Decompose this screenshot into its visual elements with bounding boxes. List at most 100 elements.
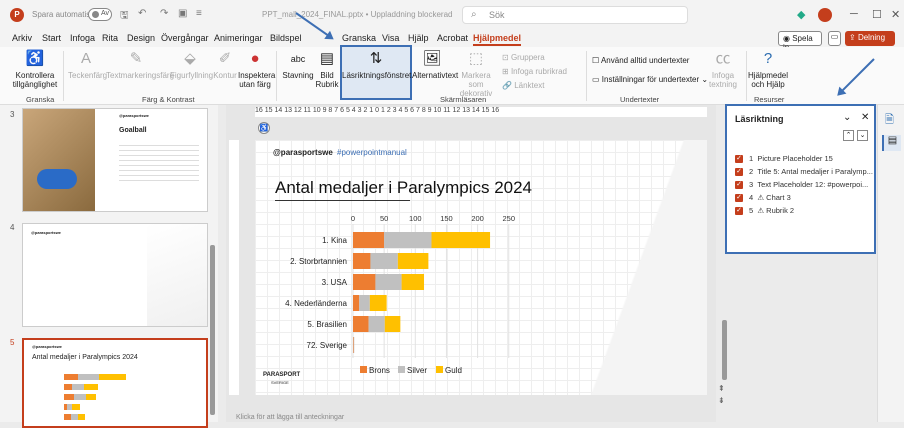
autosave-label: Spara automatiskt [32, 10, 97, 19]
tab-acrobat[interactable]: Acrobat [437, 33, 468, 43]
x-tick-label: 100 [409, 214, 422, 223]
customize-toolbar-icon[interactable]: ≡ [196, 8, 202, 19]
reading-order-item[interactable]: ✓ 4 ⚠ Chart 3 [735, 193, 791, 203]
mark-decorative-button[interactable]: ⬚ Markera som dekorativ [454, 49, 498, 98]
bar-segment-silver [359, 295, 370, 311]
font-color-button[interactable]: A Teckenfärg [68, 49, 107, 80]
pane-title: Läsriktning [735, 114, 784, 124]
check-accessibility-button[interactable]: ♿ Kontrollera tillgänglighet [12, 49, 58, 89]
slide-thumbnail-3[interactable]: @parasportswe Goalball [22, 108, 208, 212]
alt-text-button[interactable]: 🖼 Alternativtext [412, 49, 458, 80]
editor-scrollbar[interactable] [722, 320, 727, 380]
thumb-brand: @parasportswe [31, 230, 61, 235]
reading-order-label: Läsriktningsfönstret [342, 71, 412, 80]
tab-bildspel[interactable]: Bildspel [270, 33, 302, 43]
athlete-shape [37, 169, 77, 189]
thumbnails-scrollbar[interactable] [210, 245, 215, 415]
save-icon[interactable]: 🖫 [120, 8, 129, 25]
checkbox-checked-icon[interactable]: ✓ [735, 168, 743, 177]
move-down-icon[interactable]: ⌄ [857, 130, 868, 141]
pane-close-icon[interactable]: ✕ [861, 112, 869, 123]
text-highlight-label: Textmarkeringsfärg [106, 71, 175, 80]
tab-arkiv[interactable]: Arkiv [12, 33, 32, 43]
slideshow-icon[interactable]: ▣ [178, 8, 187, 19]
slide-thumbnail-4[interactable]: @parasportswe [22, 223, 208, 327]
tab-granska[interactable]: Granska [342, 33, 376, 43]
autosave-toggle[interactable]: Av [88, 8, 112, 21]
avatar[interactable] [818, 8, 832, 22]
x-tick-label: 250 [502, 214, 515, 223]
mark-decorative-label: Markera som dekorativ [459, 71, 493, 98]
notes-placeholder[interactable]: Klicka för att lägga till anteckningar [236, 414, 344, 421]
x-tick-label: 50 [380, 214, 388, 223]
x-tick-label: 0 [351, 214, 355, 223]
file-name[interactable]: PPT_mall_2024_FINAL.pptx • Uppladdning b… [262, 10, 452, 19]
ribbon-separator [586, 51, 587, 101]
redo-icon[interactable]: ↷ [160, 8, 168, 19]
x-tick-label: 150 [440, 214, 453, 223]
slide-title[interactable]: Antal medaljer i Paralympics 2024 [275, 178, 532, 198]
outline-button[interactable]: ✐ Kontur [212, 49, 238, 80]
close-icon[interactable]: ✕ [891, 8, 900, 21]
reading-order-item[interactable]: ✓ 1 Picture Placeholder 15 [735, 154, 833, 164]
tab-design[interactable]: Design [127, 33, 155, 43]
text-highlight-button[interactable]: ✎ Textmarkeringsfärg [106, 49, 174, 80]
checkbox-checked-icon[interactable]: ✓ [735, 194, 743, 203]
undo-icon[interactable]: ↶ [138, 8, 146, 19]
reading-order-item[interactable]: ✓ 3 Text Placeholder 12: #powerpoi... [735, 180, 868, 190]
checkbox-checked-icon[interactable]: ✓ [735, 207, 743, 216]
inspect-no-color-button[interactable]: ● Inspektera utan färg [238, 49, 275, 89]
bar-segment-guld [431, 232, 491, 248]
checkbox-checked-icon[interactable]: ✓ [735, 155, 743, 164]
pane-options-icon[interactable]: ⌄ [843, 112, 851, 123]
share-button[interactable]: ⇪ Delning [845, 31, 895, 46]
next-slide-icon[interactable]: ⇟ [718, 396, 725, 405]
slide-number: 3 [10, 110, 15, 119]
slide-thumbnail-5-selected[interactable]: @parasportswe Antal medaljer i Paralympi… [22, 338, 208, 428]
tab-rita[interactable]: Rita [102, 33, 118, 43]
group-button[interactable]: ⊡ Gruppera [502, 53, 545, 62]
link-text-button[interactable]: 🔗 Länktext [502, 81, 544, 90]
shape-fill-button[interactable]: ⬙ Figurfyllning [170, 49, 213, 80]
item-number: 1 [749, 154, 754, 163]
minimize-icon[interactable]: ─ [850, 8, 858, 20]
image-caption-button[interactable]: ▤ Bild Rubrik [314, 49, 340, 89]
record-button[interactable]: ◉ Spela in [778, 31, 822, 52]
tab-hjalp[interactable]: Hjälp [408, 33, 429, 43]
item-number: 2 [749, 167, 754, 176]
accessibility-help-button[interactable]: ? Hjälpmedel och Hjälp [748, 49, 788, 89]
checkbox-checked-icon[interactable]: ✓ [735, 181, 743, 190]
bar-segment-guld [384, 316, 401, 332]
tab-hjalpmedel[interactable]: Hjälpmedel [473, 33, 522, 46]
copilot-icon[interactable]: ◆ [797, 8, 805, 21]
prev-slide-icon[interactable]: ⇞ [718, 384, 725, 393]
reading-order-pane: Läsriktning ⌄ ✕ ⌃ ⌄ ✓ 1 Picture Placehold… [725, 104, 876, 254]
item-label: ⚠ Chart 3 [757, 193, 791, 202]
pane-document-icon[interactable]: 🗎 [885, 111, 894, 130]
search-box[interactable]: ⌕ Sök [462, 6, 688, 24]
tab-infoga[interactable]: Infoga [70, 33, 95, 43]
slide-canvas[interactable]: @parasportswe #powerpointmanual Antal me… [255, 140, 707, 395]
tab-animeringar[interactable]: Animeringar [214, 33, 263, 43]
caption-settings-button[interactable]: ▭ Inställningar för undertexter ⌄ [592, 75, 708, 84]
reading-order-item[interactable]: ✓ 5 ⚠ Rubrik 2 [735, 206, 794, 216]
reading-order-item[interactable]: ✓ 2 Title 5: Antal medaljer i Paralymp... [735, 167, 873, 177]
powerpoint-app-icon: P [10, 8, 24, 22]
tab-start[interactable]: Start [42, 33, 61, 43]
insert-header-row-button[interactable]: ⊞ Infoga rubrikrad [502, 67, 567, 76]
reading-order-side-icon[interactable]: ▤ [882, 135, 901, 151]
move-up-icon[interactable]: ⌃ [843, 130, 854, 141]
accessibility-indicator-icon[interactable]: ♿ [258, 122, 270, 134]
traffic-light-icon: ● [250, 50, 260, 67]
medal-chart[interactable]: 0 50 100 150 200 250 1. Kina 2. Storbrtannien 3.… [255, 210, 555, 380]
ribbon-separator [746, 51, 747, 101]
comments-icon[interactable]: ▭ [828, 31, 841, 46]
always-use-captions-checkbox[interactable]: ☐ Använd alltid undertexter [592, 56, 689, 65]
maximize-icon[interactable]: ☐ [872, 8, 882, 21]
tab-overgangar[interactable]: Övergångar [161, 33, 209, 43]
spelling-button[interactable]: abc Stavning [282, 49, 314, 80]
thumb-title: Antal medaljer i Paralympics 2024 [32, 354, 138, 361]
insert-captions-button[interactable]: ㏄ Infoga textning [706, 49, 740, 89]
reading-order-pane-button[interactable]: ⇅ Läsriktningsfönstret [342, 49, 412, 80]
tab-visa[interactable]: Visa [382, 33, 399, 43]
